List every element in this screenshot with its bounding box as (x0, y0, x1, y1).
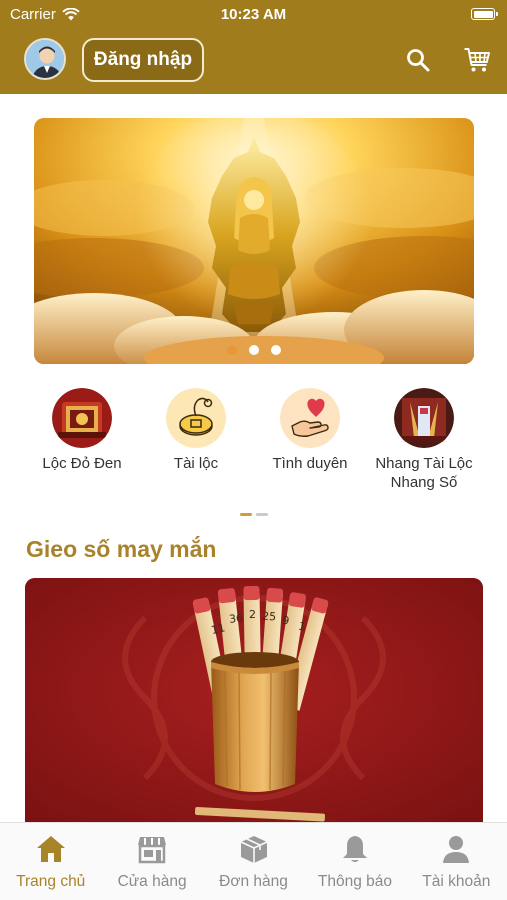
app-header: Carrier 10:23 AM Đăng nhập (0, 0, 507, 94)
banner-dot[interactable] (249, 345, 259, 355)
category-item-tai-loc[interactable]: Tài lộc (132, 388, 260, 473)
tab-label: Thông báo (317, 873, 392, 890)
user-avatar-icon (26, 40, 64, 78)
category-label: Nhang Tài Lộc Nhang Số (375, 455, 473, 491)
banner-dot[interactable] (271, 345, 281, 355)
tab-label: Cửa hàng (117, 873, 187, 890)
red-black-luck-icon (52, 388, 112, 448)
banner-buddha-image (34, 118, 474, 364)
user-icon (443, 836, 470, 863)
tab-home[interactable]: Trang chủ (0, 823, 101, 900)
avatar[interactable] (24, 38, 66, 80)
tab-label: Tài khoản (422, 873, 491, 890)
pager-indicator (256, 513, 268, 516)
search-icon[interactable] (404, 46, 432, 74)
category-item-tinh-duyen[interactable]: Tình duyên (246, 388, 374, 473)
lucky-sticks-image: 11 36 2 25 9 1 (25, 578, 483, 828)
incense-icon (394, 388, 454, 448)
category-pager (240, 513, 268, 516)
pager-indicator (240, 513, 252, 516)
tab-label: Đơn hàng (219, 873, 288, 890)
stick-number: 36 (228, 611, 243, 625)
category-label: Lộc Đỏ Đen (42, 455, 122, 472)
category-label: Tình duyên (272, 455, 348, 472)
cart-icon[interactable] (463, 46, 491, 74)
category-list: Lộc Đỏ Đen Tài lộc Tình duyên Nhang Tài … (18, 388, 498, 498)
category-item-loc-do-den[interactable]: Lộc Đỏ Đen (18, 388, 146, 473)
heart-hand-icon (280, 388, 340, 448)
tab-account[interactable]: Tài khoản (406, 823, 507, 900)
status-time: 10:23 AM (220, 6, 287, 23)
promo-banner[interactable] (34, 118, 474, 364)
lucky-number-card[interactable]: 11 36 2 25 9 1 (25, 578, 483, 828)
bell-icon (342, 836, 367, 862)
store-icon (138, 837, 167, 864)
tab-label: Trang chủ (16, 873, 86, 890)
tab-notifications[interactable]: Thông báo (304, 823, 405, 900)
login-button[interactable]: Đăng nhập (82, 38, 204, 82)
banner-dot[interactable] (227, 345, 237, 355)
category-item-nhang[interactable]: Nhang Tài Lộc Nhang Số (360, 388, 488, 492)
tab-orders[interactable]: Đơn hàng (203, 823, 304, 900)
box-icon (240, 836, 267, 863)
stick-number: 25 (262, 610, 277, 624)
bottom-tab-bar: Trang chủ Cửa hàng Đơn hàng Thông báo Tà… (0, 822, 507, 900)
section-title: Gieo số may mắn (26, 536, 217, 562)
status-bar: Carrier 10:23 AM (0, 0, 507, 28)
home-icon (36, 836, 65, 862)
banner-pagination (34, 345, 474, 355)
battery-icon (471, 8, 498, 20)
stick-number: 2 (249, 608, 256, 621)
tab-store[interactable]: Cửa hàng (101, 823, 202, 900)
fortune-coin-icon (166, 388, 226, 448)
category-label: Tài lộc (173, 455, 219, 472)
